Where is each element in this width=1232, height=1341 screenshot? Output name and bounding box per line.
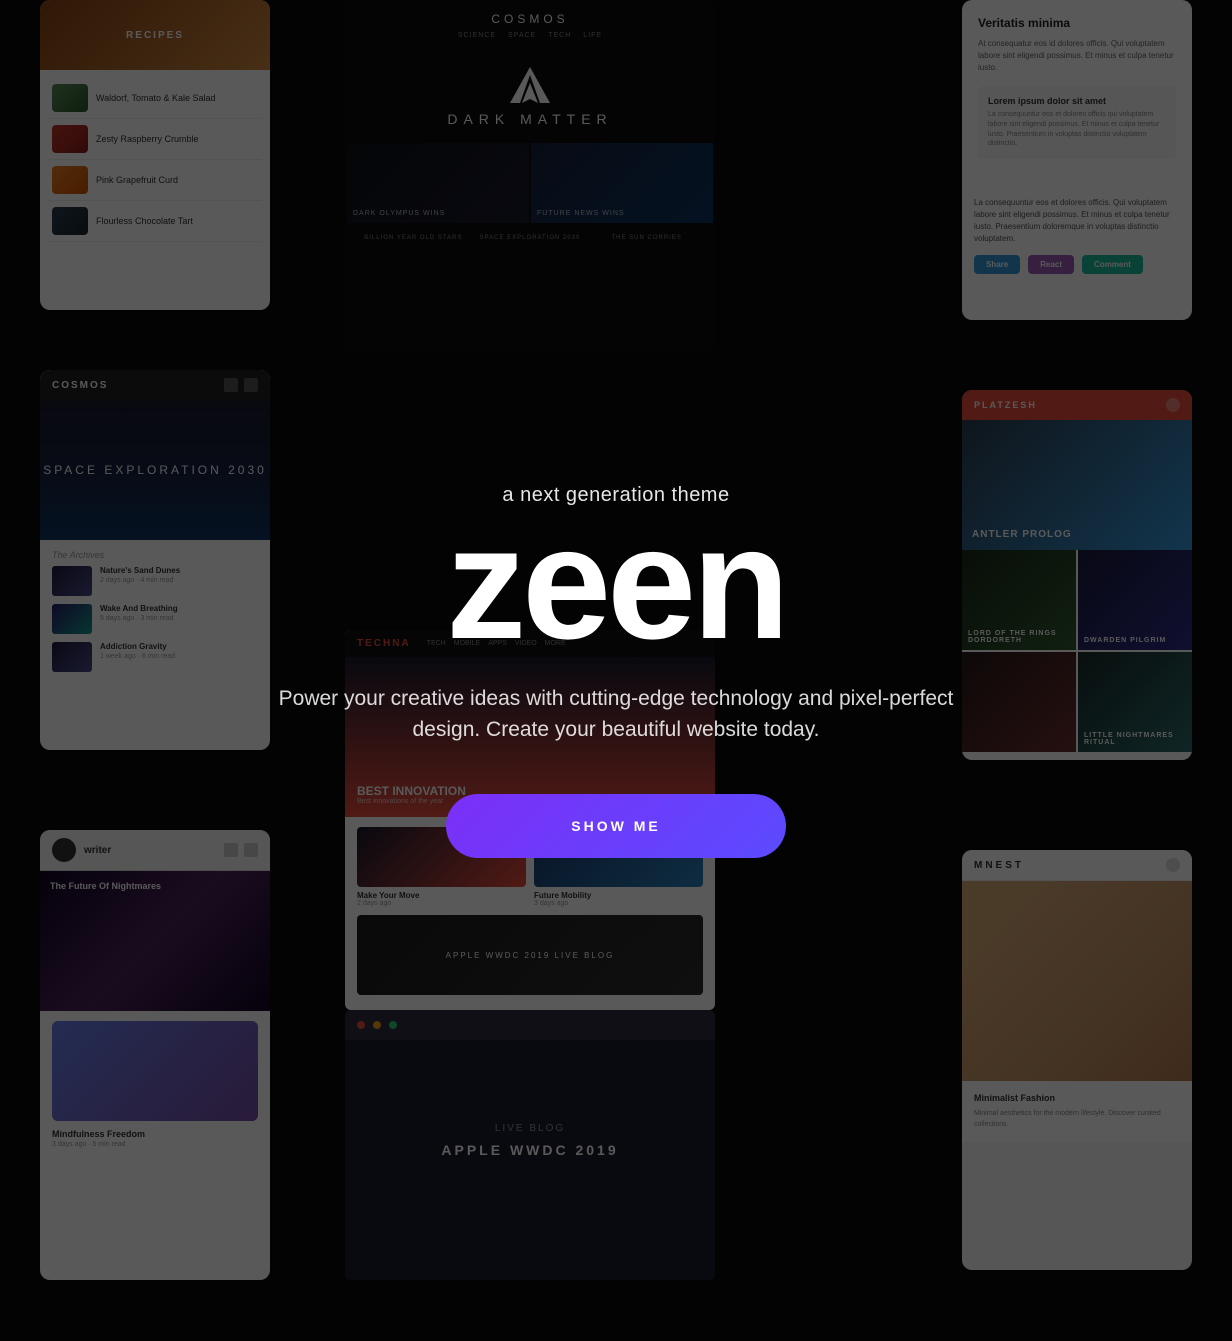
hero-section: a next generation theme zeen Power your … xyxy=(0,0,1232,1341)
show-me-button[interactable]: SHOW ME xyxy=(446,794,786,858)
hero-description: Power your creative ideas with cutting-e… xyxy=(266,683,966,746)
hero-title: zeen xyxy=(446,515,786,651)
